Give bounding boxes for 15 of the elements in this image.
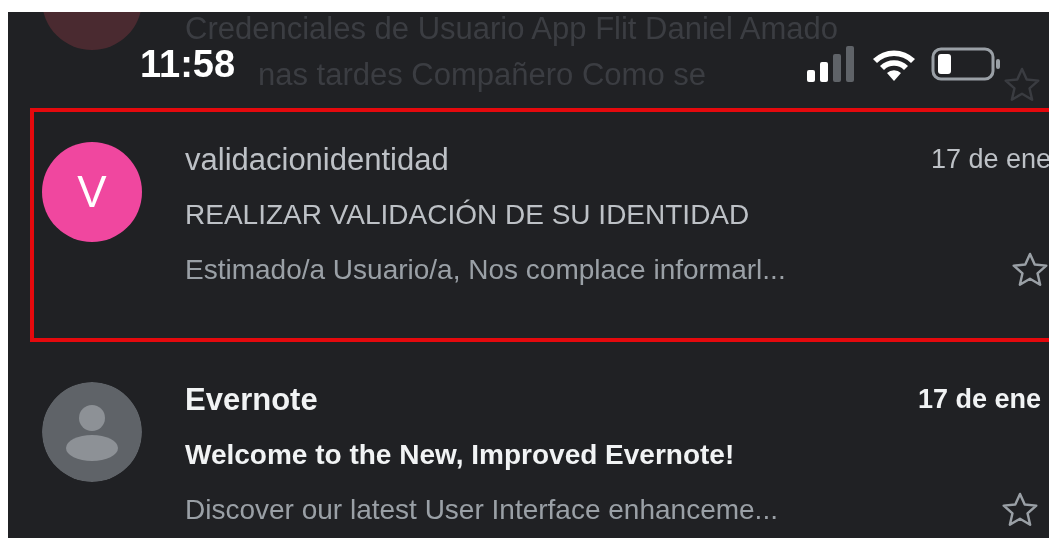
email-subject: REALIZAR VALIDACIÓN DE SU IDENTIDAD	[185, 198, 750, 231]
status-time: 11:58	[140, 42, 236, 86]
email-date: 17 de ene	[917, 384, 1041, 415]
email-sender: Evernote	[185, 381, 318, 418]
email-sender: validacionidentidad	[185, 141, 449, 178]
avatar: V	[42, 142, 142, 242]
selected-email-row[interactable]: V validacionidentidad 17 de ene REALIZAR VALIDACIÓN DE SU IDENTIDAD Estimado/a Usuario/a, Nos complace informarl...	[30, 108, 1049, 342]
email-snippet: Estimado/a Usuario/a, Nos complace informarl...	[185, 253, 786, 286]
email-row[interactable]: Evernote 17 de ene Welcome to the New, Improved Evernote! Discover our latest User Interface enhanceme...	[8, 342, 1049, 538]
email-subject: Welcome to the New, Improved Evernote!	[185, 438, 735, 471]
email-date: 17 de ene	[930, 144, 1049, 175]
email-snippet: Discover our latest User Interface enhanceme...	[185, 493, 778, 526]
wifi-icon	[871, 47, 917, 81]
signal-icon	[807, 46, 857, 82]
battery-icon	[931, 47, 1001, 81]
